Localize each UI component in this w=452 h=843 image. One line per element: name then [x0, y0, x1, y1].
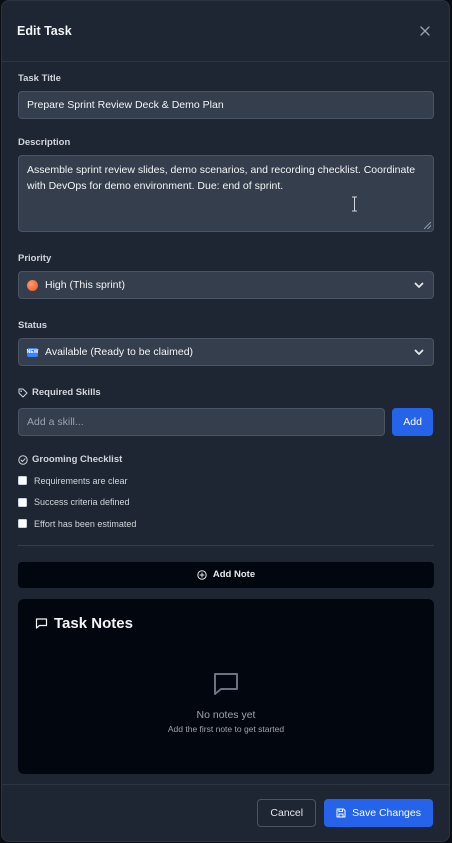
- empty-subtitle: Add the first note to get started: [167, 723, 285, 734]
- priority-value: High (This sprint): [45, 279, 125, 291]
- grooming-checklist-heading: Grooming Checklist: [18, 454, 433, 465]
- status-value: Available (Ready to be claimed): [45, 346, 194, 358]
- save-icon: [336, 808, 346, 818]
- orange-circle-icon: [27, 279, 38, 291]
- chevron-down-icon: [414, 349, 424, 355]
- tag-icon: [18, 388, 28, 397]
- task-notes-heading: Task Notes: [35, 615, 417, 632]
- modal-footer: Cancel Save Changes: [2, 784, 449, 841]
- notes-empty-state: No notes yet Add the first note to get s…: [18, 669, 434, 734]
- empty-title: No notes yet: [196, 708, 256, 721]
- save-changes-button[interactable]: Save Changes: [324, 799, 433, 827]
- resize-handle[interactable]: [424, 222, 431, 229]
- status-select[interactable]: NEW Available (Ready to be claimed): [18, 338, 434, 366]
- add-note-button[interactable]: Add Note: [18, 561, 434, 588]
- checklist-item-label: Effort has been estimated: [34, 518, 137, 529]
- checklist-item-label: Requirements are clear: [34, 475, 128, 486]
- close-button[interactable]: [416, 22, 434, 40]
- grooming-checklist-label: Grooming Checklist: [32, 454, 123, 465]
- task-title-label: Task Title: [18, 73, 61, 84]
- required-skills-label: Required Skills: [32, 387, 101, 398]
- checkbox-success-criteria[interactable]: [18, 497, 27, 507]
- modal-header: Edit Task: [2, 1, 449, 62]
- add-note-label: Add Note: [212, 569, 256, 580]
- checklist-item: Requirements are clear: [18, 470, 433, 492]
- required-skills-heading: Required Skills: [18, 387, 433, 398]
- checklist-item: Effort has been estimated: [18, 513, 433, 535]
- text-cursor-icon: [352, 196, 357, 212]
- checklist-item-label: Success criteria defined: [34, 497, 130, 508]
- modal-title: Edit Task: [17, 24, 72, 38]
- checklist-item: Success criteria defined: [18, 492, 433, 514]
- priority-label: Priority: [18, 253, 52, 264]
- task-title-input[interactable]: Prepare Sprint Review Deck & Demo Plan: [18, 91, 434, 119]
- priority-select[interactable]: High (This sprint): [18, 271, 434, 299]
- status-label: Status: [18, 320, 48, 331]
- save-changes-label: Save Changes: [352, 807, 421, 819]
- new-badge-icon: NEW: [26, 347, 39, 357]
- description-label: Description: [18, 137, 71, 148]
- task-notes-title: Task Notes: [54, 614, 133, 632]
- message-square-icon: [214, 672, 238, 695]
- skill-input[interactable]: Add a skill...: [18, 408, 386, 436]
- add-skill-button[interactable]: Add: [392, 408, 433, 436]
- description-text: Assemble sprint review slides, demo scen…: [27, 164, 416, 192]
- checkbox-requirements[interactable]: [18, 476, 27, 486]
- close-icon: [420, 26, 430, 36]
- task-notes-panel: Task Notes No notes yet Add the first no…: [18, 598, 434, 774]
- description-textarea[interactable]: Assemble sprint review slides, demo scen…: [18, 155, 434, 232]
- check-circle-icon: [18, 454, 28, 465]
- plus-circle-icon: [197, 569, 207, 580]
- message-square-icon: [35, 617, 48, 629]
- divider: [18, 544, 434, 546]
- checkbox-effort[interactable]: [18, 519, 27, 529]
- cancel-button[interactable]: Cancel: [257, 799, 317, 827]
- chevron-down-icon: [414, 282, 424, 288]
- edit-task-modal: Edit Task Task Title Prepare Sprint Revi…: [1, 0, 450, 842]
